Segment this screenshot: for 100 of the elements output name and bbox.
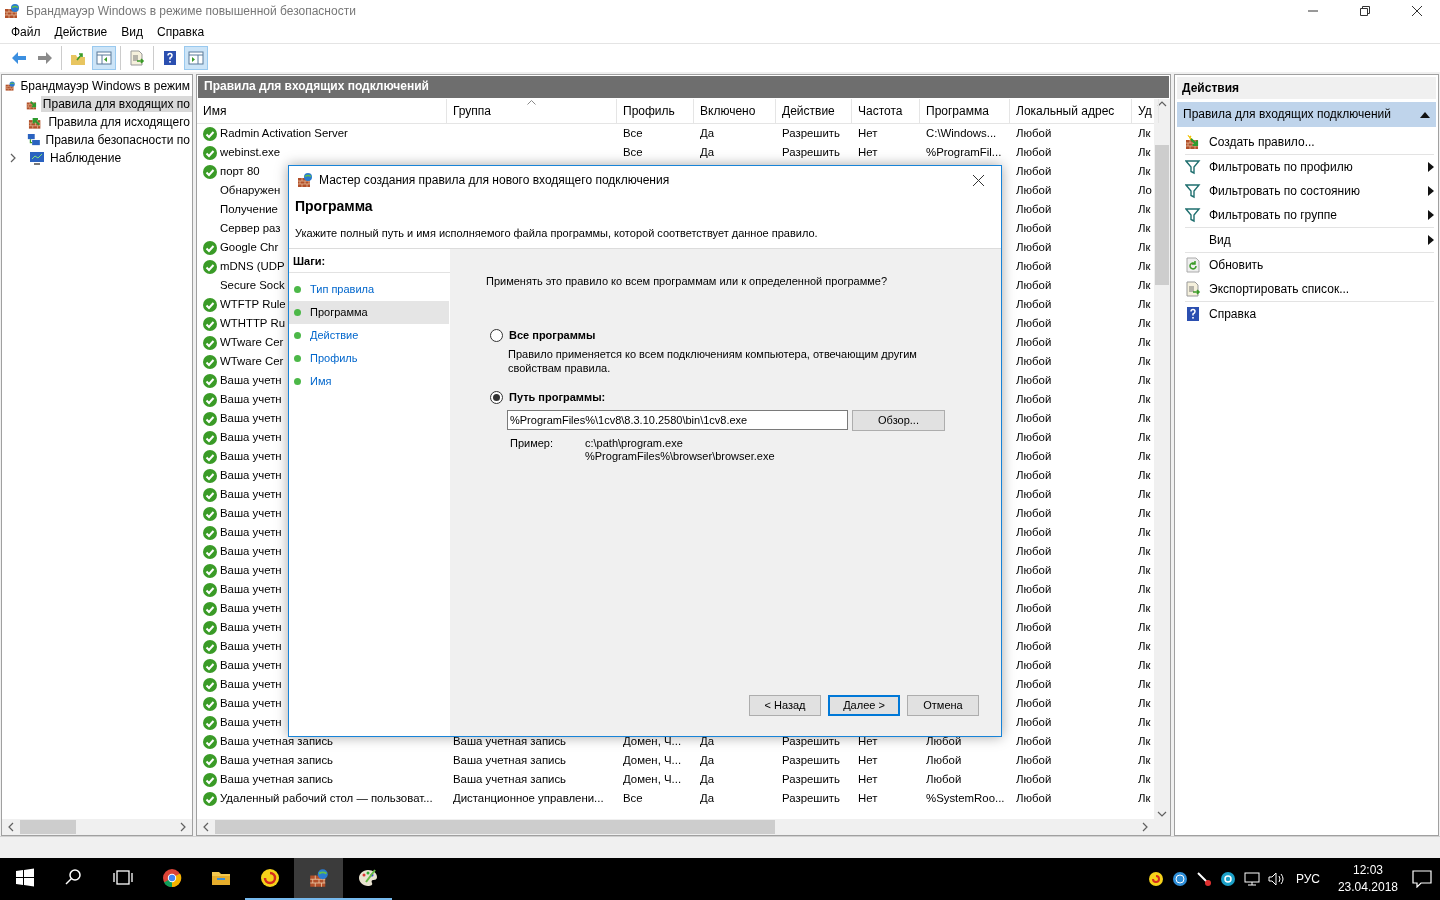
- action-item[interactable]: Фильтровать по состоянию: [1185, 178, 1434, 203]
- table-cell: Лк: [1138, 164, 1151, 177]
- column-header[interactable]: Группа: [447, 99, 617, 123]
- scrollbar-thumb[interactable]: [1155, 145, 1169, 285]
- tree-item[interactable]: Правила для исходящего: [46, 113, 192, 131]
- check-icon: [203, 126, 217, 141]
- action-item[interactable]: Обновить: [1185, 252, 1434, 277]
- table-cell: Ваша учетн: [220, 677, 282, 692]
- window-title: Брандмауэр Windows в режиме повышенной безопасности: [26, 3, 357, 19]
- table-cell: Любой: [1016, 715, 1052, 728]
- submenu-arrow-icon: [1428, 209, 1434, 220]
- section-header[interactable]: Правила для входящих подключений: [1177, 102, 1436, 127]
- table-cell: Лк: [1138, 487, 1151, 500]
- table-cell: Обнаружен: [220, 183, 281, 198]
- scrollbar-thumb[interactable]: [20, 820, 76, 834]
- wizard-step[interactable]: Имя: [289, 370, 449, 394]
- browse-button[interactable]: Обзор...: [852, 409, 945, 431]
- table-cell: Домен, Ч...: [623, 772, 682, 785]
- table-cell: Ваша учетная запись: [220, 753, 334, 768]
- tree-item[interactable]: Правила безопасности по: [43, 131, 192, 149]
- radio-button[interactable]: [490, 329, 503, 343]
- table-cell: Лк: [1138, 563, 1151, 576]
- export-icon: [1185, 280, 1201, 297]
- table-cell: Лк: [1138, 354, 1151, 367]
- round-app-icon[interactable]: [1219, 871, 1236, 887]
- dialog-button[interactable]: Отмена: [907, 695, 979, 716]
- network-icon[interactable]: [1243, 871, 1260, 887]
- table-cell: Все: [623, 145, 643, 158]
- path-field[interactable]: %ProgramFiles%\1cv8\8.3.10.2580\bin\1cv8.exe: [507, 409, 848, 430]
- table-cell: Любой: [1016, 582, 1052, 595]
- table-cell: Любой: [1016, 639, 1052, 652]
- clock-time[interactable]: 12:03: [1337, 862, 1398, 879]
- column-header[interactable]: Включено: [694, 99, 776, 123]
- filter-icon: [1185, 182, 1201, 199]
- table-cell: Лк: [1138, 392, 1151, 405]
- check-icon: [203, 297, 217, 312]
- scrollbar[interactable]: [2, 819, 192, 835]
- scrollbar[interactable]: [1154, 99, 1170, 835]
- badge-circle-icon[interactable]: [1171, 871, 1188, 887]
- action-item[interactable]: Справка: [1185, 301, 1434, 326]
- table-cell: Любой: [1016, 753, 1052, 766]
- scrollbar-thumb[interactable]: [215, 820, 775, 834]
- table-cell: Да: [700, 753, 715, 766]
- option-label[interactable]: Путь программы:: [509, 390, 606, 404]
- check-icon: [203, 373, 217, 388]
- clock-date[interactable]: 23.04.2018: [1337, 879, 1398, 896]
- table-cell: Разрешить: [782, 753, 840, 766]
- dialog-button[interactable]: Далее >: [828, 695, 900, 716]
- table-cell: Любой: [1016, 164, 1052, 177]
- speaker-icon[interactable]: [1267, 871, 1284, 887]
- table-cell: Да: [700, 791, 715, 804]
- table-cell: Любой: [1016, 563, 1052, 576]
- pen-icon[interactable]: [1195, 871, 1212, 887]
- table-cell: Разрешить: [782, 734, 840, 747]
- check-icon: [203, 677, 217, 692]
- column-header[interactable]: Имя: [197, 99, 447, 123]
- radio-button[interactable]: [490, 390, 503, 404]
- language-indicator[interactable]: РУС: [1291, 871, 1324, 887]
- table-cell: Любой: [1016, 658, 1052, 671]
- menu-item[interactable]: Действие: [47, 25, 115, 40]
- check-icon: [203, 430, 217, 445]
- tree-item[interactable]: Брандмауэр Windows в режим: [18, 77, 192, 95]
- menu-item[interactable]: Вид: [114, 25, 150, 40]
- table-cell: Любой: [1016, 373, 1052, 386]
- close-icon: [1412, 6, 1422, 16]
- check-icon: [203, 316, 217, 331]
- wizard-step[interactable]: Программа: [289, 301, 449, 325]
- table-cell: Лк: [1138, 696, 1151, 709]
- action-item[interactable]: Вид: [1185, 227, 1434, 252]
- option-label[interactable]: Все программы: [509, 329, 596, 343]
- table-cell: WTware Cer: [220, 335, 284, 350]
- check-icon: [203, 715, 217, 730]
- scrollbar[interactable]: [197, 819, 1154, 835]
- column-header[interactable]: Частота: [852, 99, 920, 123]
- action-item[interactable]: Создать правило...: [1185, 129, 1434, 154]
- dialog-button[interactable]: < Назад: [749, 695, 821, 716]
- wizard-step[interactable]: Профиль: [289, 347, 449, 371]
- table-cell: Лк: [1138, 772, 1151, 785]
- tree-item[interactable]: Правила для входящих по: [40, 95, 192, 113]
- table-cell: Лк: [1138, 468, 1151, 481]
- menu-item[interactable]: Справка: [150, 25, 212, 40]
- action-item[interactable]: Фильтровать по группе: [1185, 202, 1434, 227]
- table-cell: Любой: [1016, 202, 1052, 215]
- action-item[interactable]: Фильтровать по профилю: [1185, 154, 1434, 179]
- tree-item[interactable]: Наблюдение: [48, 149, 124, 167]
- column-header[interactable]: Программа: [920, 99, 1010, 123]
- column-header[interactable]: Профиль: [617, 99, 694, 123]
- check-icon: [203, 506, 217, 521]
- action-item[interactable]: Экспортировать список...: [1185, 276, 1434, 301]
- wizard-step[interactable]: Действие: [289, 324, 449, 348]
- check-icon: [203, 658, 217, 673]
- column-header[interactable]: Локальный адрес: [1010, 99, 1132, 123]
- wizard-step[interactable]: Тип правила: [289, 278, 449, 302]
- menu-item[interactable]: Файл: [4, 25, 48, 40]
- column-header[interactable]: Действие: [776, 99, 852, 123]
- round-app-icon[interactable]: [1147, 871, 1164, 887]
- table-cell: Ваша учетная запись: [453, 772, 567, 785]
- notification-icon[interactable]: [1412, 870, 1432, 888]
- pane-icon: [96, 50, 112, 66]
- table-cell: Домен, Ч...: [623, 753, 682, 766]
